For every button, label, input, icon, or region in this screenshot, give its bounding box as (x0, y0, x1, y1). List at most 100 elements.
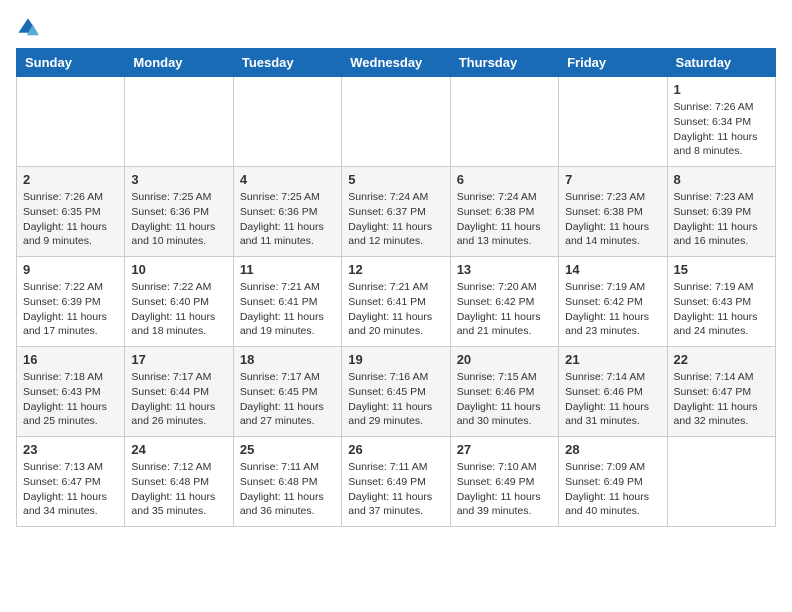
calendar-cell: 12 Sunrise: 7:21 AM Sunset: 6:41 PM Dayli… (342, 257, 450, 347)
cell-info: Sunrise: 7:22 AM Sunset: 6:40 PM Dayligh… (131, 280, 226, 339)
cell-info: Sunrise: 7:18 AM Sunset: 6:43 PM Dayligh… (23, 370, 118, 429)
calendar-cell: 5 Sunrise: 7:24 AM Sunset: 6:37 PM Daylig… (342, 167, 450, 257)
weekday-header-wednesday: Wednesday (342, 49, 450, 77)
calendar-week-row: 2 Sunrise: 7:26 AM Sunset: 6:35 PM Daylig… (17, 167, 776, 257)
cell-info: Sunrise: 7:11 AM Sunset: 6:48 PM Dayligh… (240, 460, 335, 519)
calendar-cell: 25 Sunrise: 7:11 AM Sunset: 6:48 PM Dayli… (233, 437, 341, 527)
day-number: 10 (131, 262, 226, 277)
cell-info: Sunrise: 7:24 AM Sunset: 6:37 PM Dayligh… (348, 190, 443, 249)
day-number: 12 (348, 262, 443, 277)
day-number: 24 (131, 442, 226, 457)
weekday-header-friday: Friday (559, 49, 667, 77)
calendar-cell: 9 Sunrise: 7:22 AM Sunset: 6:39 PM Daylig… (17, 257, 125, 347)
cell-info: Sunrise: 7:25 AM Sunset: 6:36 PM Dayligh… (240, 190, 335, 249)
cell-info: Sunrise: 7:19 AM Sunset: 6:43 PM Dayligh… (674, 280, 769, 339)
day-number: 11 (240, 262, 335, 277)
calendar-cell: 4 Sunrise: 7:25 AM Sunset: 6:36 PM Daylig… (233, 167, 341, 257)
day-number: 20 (457, 352, 552, 367)
weekday-header-row: SundayMondayTuesdayWednesdayThursdayFrid… (17, 49, 776, 77)
weekday-header-tuesday: Tuesday (233, 49, 341, 77)
day-number: 19 (348, 352, 443, 367)
day-number: 16 (23, 352, 118, 367)
day-number: 5 (348, 172, 443, 187)
calendar-cell: 27 Sunrise: 7:10 AM Sunset: 6:49 PM Dayli… (450, 437, 558, 527)
cell-info: Sunrise: 7:26 AM Sunset: 6:35 PM Dayligh… (23, 190, 118, 249)
day-number: 3 (131, 172, 226, 187)
calendar-cell: 22 Sunrise: 7:14 AM Sunset: 6:47 PM Dayli… (667, 347, 775, 437)
day-number: 18 (240, 352, 335, 367)
calendar-cell: 15 Sunrise: 7:19 AM Sunset: 6:43 PM Dayli… (667, 257, 775, 347)
cell-info: Sunrise: 7:20 AM Sunset: 6:42 PM Dayligh… (457, 280, 552, 339)
cell-info: Sunrise: 7:21 AM Sunset: 6:41 PM Dayligh… (240, 280, 335, 339)
day-number: 21 (565, 352, 660, 367)
calendar-cell: 11 Sunrise: 7:21 AM Sunset: 6:41 PM Dayli… (233, 257, 341, 347)
day-number: 13 (457, 262, 552, 277)
cell-info: Sunrise: 7:14 AM Sunset: 6:46 PM Dayligh… (565, 370, 660, 429)
calendar-cell: 16 Sunrise: 7:18 AM Sunset: 6:43 PM Dayli… (17, 347, 125, 437)
day-number: 6 (457, 172, 552, 187)
day-number: 26 (348, 442, 443, 457)
cell-info: Sunrise: 7:25 AM Sunset: 6:36 PM Dayligh… (131, 190, 226, 249)
cell-info: Sunrise: 7:14 AM Sunset: 6:47 PM Dayligh… (674, 370, 769, 429)
day-number: 17 (131, 352, 226, 367)
logo (16, 16, 44, 40)
cell-info: Sunrise: 7:19 AM Sunset: 6:42 PM Dayligh… (565, 280, 660, 339)
calendar-cell: 3 Sunrise: 7:25 AM Sunset: 6:36 PM Daylig… (125, 167, 233, 257)
calendar-cell: 13 Sunrise: 7:20 AM Sunset: 6:42 PM Dayli… (450, 257, 558, 347)
calendar-cell: 7 Sunrise: 7:23 AM Sunset: 6:38 PM Daylig… (559, 167, 667, 257)
calendar-cell: 20 Sunrise: 7:15 AM Sunset: 6:46 PM Dayli… (450, 347, 558, 437)
calendar-cell (125, 77, 233, 167)
calendar-week-row: 16 Sunrise: 7:18 AM Sunset: 6:43 PM Dayli… (17, 347, 776, 437)
cell-info: Sunrise: 7:23 AM Sunset: 6:38 PM Dayligh… (565, 190, 660, 249)
calendar-cell: 18 Sunrise: 7:17 AM Sunset: 6:45 PM Dayli… (233, 347, 341, 437)
calendar-cell (17, 77, 125, 167)
cell-info: Sunrise: 7:24 AM Sunset: 6:38 PM Dayligh… (457, 190, 552, 249)
cell-info: Sunrise: 7:13 AM Sunset: 6:47 PM Dayligh… (23, 460, 118, 519)
weekday-header-thursday: Thursday (450, 49, 558, 77)
calendar-cell: 2 Sunrise: 7:26 AM Sunset: 6:35 PM Daylig… (17, 167, 125, 257)
calendar-cell (342, 77, 450, 167)
cell-info: Sunrise: 7:21 AM Sunset: 6:41 PM Dayligh… (348, 280, 443, 339)
day-number: 14 (565, 262, 660, 277)
calendar-cell (667, 437, 775, 527)
cell-info: Sunrise: 7:17 AM Sunset: 6:44 PM Dayligh… (131, 370, 226, 429)
calendar-cell: 26 Sunrise: 7:11 AM Sunset: 6:49 PM Dayli… (342, 437, 450, 527)
day-number: 9 (23, 262, 118, 277)
day-number: 25 (240, 442, 335, 457)
cell-info: Sunrise: 7:11 AM Sunset: 6:49 PM Dayligh… (348, 460, 443, 519)
day-number: 27 (457, 442, 552, 457)
calendar-cell: 21 Sunrise: 7:14 AM Sunset: 6:46 PM Dayli… (559, 347, 667, 437)
calendar-cell: 23 Sunrise: 7:13 AM Sunset: 6:47 PM Dayli… (17, 437, 125, 527)
cell-info: Sunrise: 7:16 AM Sunset: 6:45 PM Dayligh… (348, 370, 443, 429)
cell-info: Sunrise: 7:10 AM Sunset: 6:49 PM Dayligh… (457, 460, 552, 519)
cell-info: Sunrise: 7:15 AM Sunset: 6:46 PM Dayligh… (457, 370, 552, 429)
cell-info: Sunrise: 7:23 AM Sunset: 6:39 PM Dayligh… (674, 190, 769, 249)
calendar-week-row: 23 Sunrise: 7:13 AM Sunset: 6:47 PM Dayli… (17, 437, 776, 527)
weekday-header-saturday: Saturday (667, 49, 775, 77)
calendar-cell: 19 Sunrise: 7:16 AM Sunset: 6:45 PM Dayli… (342, 347, 450, 437)
day-number: 8 (674, 172, 769, 187)
cell-info: Sunrise: 7:22 AM Sunset: 6:39 PM Dayligh… (23, 280, 118, 339)
cell-info: Sunrise: 7:09 AM Sunset: 6:49 PM Dayligh… (565, 460, 660, 519)
day-number: 7 (565, 172, 660, 187)
cell-info: Sunrise: 7:26 AM Sunset: 6:34 PM Dayligh… (674, 100, 769, 159)
day-number: 15 (674, 262, 769, 277)
calendar-cell: 8 Sunrise: 7:23 AM Sunset: 6:39 PM Daylig… (667, 167, 775, 257)
calendar-cell: 28 Sunrise: 7:09 AM Sunset: 6:49 PM Dayli… (559, 437, 667, 527)
day-number: 1 (674, 82, 769, 97)
calendar-cell (559, 77, 667, 167)
logo-icon (16, 16, 40, 40)
weekday-header-sunday: Sunday (17, 49, 125, 77)
day-number: 22 (674, 352, 769, 367)
calendar-cell: 1 Sunrise: 7:26 AM Sunset: 6:34 PM Daylig… (667, 77, 775, 167)
day-number: 2 (23, 172, 118, 187)
calendar-cell (450, 77, 558, 167)
calendar-week-row: 9 Sunrise: 7:22 AM Sunset: 6:39 PM Daylig… (17, 257, 776, 347)
calendar-week-row: 1 Sunrise: 7:26 AM Sunset: 6:34 PM Daylig… (17, 77, 776, 167)
day-number: 28 (565, 442, 660, 457)
day-number: 23 (23, 442, 118, 457)
cell-info: Sunrise: 7:17 AM Sunset: 6:45 PM Dayligh… (240, 370, 335, 429)
calendar-cell: 24Sunrise: 7:12 AM Sunset: 6:48 PM Dayli… (125, 437, 233, 527)
calendar-cell: 6 Sunrise: 7:24 AM Sunset: 6:38 PM Daylig… (450, 167, 558, 257)
day-number: 4 (240, 172, 335, 187)
